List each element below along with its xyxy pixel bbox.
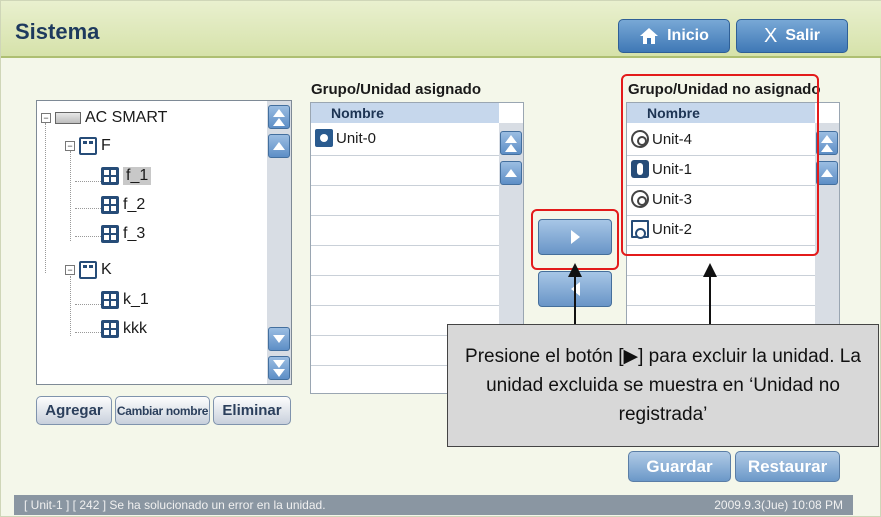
tree-root[interactable]: − AC SMART — [41, 109, 167, 127]
tree-root-label: AC SMART — [85, 109, 168, 126]
status-datetime: 2009.9.3(Jue) 10:08 PM — [714, 498, 843, 512]
highlight-box — [621, 74, 819, 256]
tree-unit-label: f_3 — [123, 225, 146, 242]
tree-connector — [75, 332, 101, 333]
scroll-top-button[interactable] — [816, 131, 838, 155]
unit-icon — [101, 225, 119, 243]
tree-connector — [75, 208, 101, 209]
scroll-down-button[interactable] — [268, 327, 290, 351]
home-label: Inicio — [667, 27, 709, 44]
scroll-bottom-button[interactable] — [268, 356, 290, 380]
collapse-icon[interactable]: − — [41, 113, 51, 123]
home-unit-icon — [315, 129, 333, 147]
assigned-column-header: Nombre — [311, 103, 499, 123]
window-frame: Sistema Inicio X Salir − AC SMART − F f_… — [0, 0, 881, 517]
scroll-up-button[interactable] — [500, 161, 522, 185]
tree-unit-label: f_1 — [123, 167, 152, 185]
assigned-title: Grupo/Unidad asignado — [311, 81, 482, 98]
ac-smart-icon — [55, 112, 81, 124]
home-icon — [640, 28, 659, 44]
save-button[interactable]: Guardar — [628, 451, 731, 482]
pointer-arrow-head — [703, 263, 717, 277]
row-divider — [311, 275, 499, 276]
scroll-top-button[interactable] — [500, 131, 522, 155]
pointer-arrow — [574, 273, 576, 325]
tree-group-f[interactable]: − F — [65, 137, 111, 155]
tree-unit-f3[interactable]: f_3 — [101, 225, 145, 243]
group-icon — [79, 137, 97, 155]
scroll-up-button[interactable] — [268, 134, 290, 158]
tree-unit-kkk[interactable]: kkk — [101, 320, 147, 338]
collapse-icon[interactable]: − — [65, 141, 75, 151]
restore-button[interactable]: Restaurar — [735, 451, 840, 482]
status-message: [ Unit-1 ] [ 242 ] Se ha solucionado un … — [24, 498, 326, 512]
group-icon — [79, 261, 97, 279]
tree-unit-f1[interactable]: f_1 — [101, 167, 152, 185]
home-button[interactable]: Inicio — [618, 19, 730, 53]
tree-unit-k1[interactable]: k_1 — [101, 291, 149, 309]
delete-button[interactable]: Eliminar — [213, 396, 291, 425]
tree-unit-f2[interactable]: f_2 — [101, 196, 145, 214]
page-title: Sistema — [15, 19, 100, 44]
collapse-icon[interactable]: − — [65, 265, 75, 275]
tree-unit-label: k_1 — [123, 291, 149, 308]
tree-group-label: F — [101, 137, 111, 154]
unit-icon — [101, 320, 119, 338]
status-bar: [ Unit-1 ] [ 242 ] Se ha solucionado un … — [14, 495, 853, 515]
tree-connector — [45, 123, 46, 273]
row-divider — [311, 305, 499, 306]
scroll-top-button[interactable] — [268, 105, 290, 129]
header-bar: Sistema Inicio X Salir — [1, 1, 881, 58]
list-item-label: Unit-0 — [336, 129, 377, 147]
exclude-button[interactable] — [538, 219, 612, 255]
close-icon: X — [763, 24, 778, 47]
row-divider — [311, 245, 499, 246]
tree-unit-label: kkk — [123, 320, 147, 337]
list-item[interactable]: Unit-0 — [315, 129, 376, 147]
tree-connector — [75, 236, 101, 237]
unit-icon — [101, 167, 119, 185]
row-divider — [311, 215, 499, 216]
scroll-up-button[interactable] — [816, 161, 838, 185]
instruction-callout: Presione el botón [▶] para excluir la un… — [447, 324, 879, 447]
group-tree[interactable]: − AC SMART − F f_1 f_2 f_3 − K k_1 kkk — [36, 100, 292, 385]
row-divider — [311, 155, 499, 156]
unit-icon — [101, 196, 119, 214]
tree-connector — [75, 181, 101, 182]
tree-connector — [75, 304, 101, 305]
tree-unit-label: f_2 — [123, 196, 146, 213]
unit-icon — [101, 291, 119, 309]
rename-button[interactable]: Cambiar nombre — [115, 396, 210, 425]
row-divider — [627, 305, 815, 306]
exit-label: Salir — [785, 27, 821, 44]
pointer-arrow-head — [568, 263, 582, 277]
tree-connector — [70, 276, 71, 336]
tree-group-label: K — [101, 261, 112, 278]
tree-connector — [70, 151, 71, 241]
row-divider — [311, 185, 499, 186]
add-button[interactable]: Agregar — [36, 396, 112, 425]
pointer-arrow — [709, 273, 711, 325]
right-arrow-icon — [570, 230, 580, 244]
tree-scrollbar[interactable] — [267, 101, 291, 384]
row-divider — [627, 275, 815, 276]
tree-group-k[interactable]: − K — [65, 261, 112, 279]
exit-button[interactable]: X Salir — [736, 19, 848, 53]
